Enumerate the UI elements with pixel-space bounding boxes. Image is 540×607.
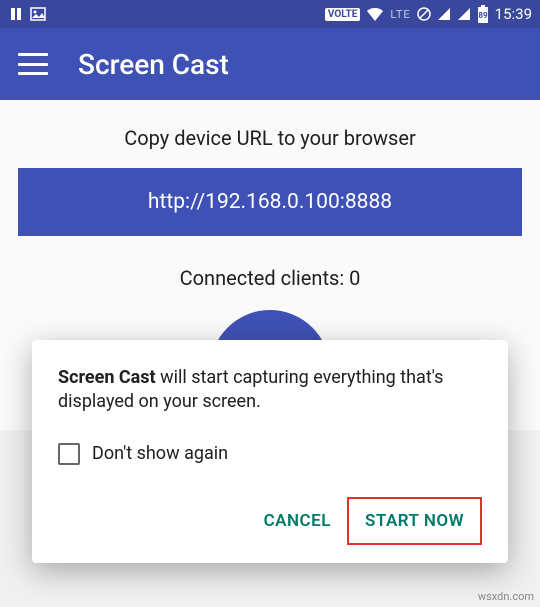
wifi-icon <box>366 7 384 21</box>
dont-show-checkbox[interactable] <box>58 443 80 465</box>
menu-icon[interactable] <box>18 53 48 75</box>
cancel-button[interactable]: CANCEL <box>248 497 347 545</box>
start-now-button[interactable]: START NOW <box>347 497 482 545</box>
dialog-message: Screen Cast will start capturing everyth… <box>58 366 482 415</box>
dialog-app-name: Screen Cast <box>58 367 156 388</box>
status-bar: VOLTE LTE 89 15:39 <box>0 0 540 28</box>
pause-icon <box>8 6 24 22</box>
battery-icon: 89 <box>477 5 489 23</box>
volte-badge: VOLTE <box>325 8 361 21</box>
app-bar: Screen Cast <box>0 28 540 100</box>
svg-text:89: 89 <box>478 11 488 20</box>
image-icon <box>30 6 46 22</box>
clients-count: Connected clients: 0 <box>18 266 522 290</box>
dialog-actions: CANCEL START NOW <box>58 497 482 545</box>
signal-icon <box>437 7 451 21</box>
dont-show-label: Don't show again <box>92 443 228 464</box>
watermark: wsxdn.com <box>478 590 534 603</box>
signal-icon-2 <box>457 7 471 21</box>
app-title: Screen Cast <box>78 48 229 81</box>
capture-dialog: Screen Cast will start capturing everyth… <box>32 340 508 563</box>
url-display: http://192.168.0.100:8888 <box>18 168 522 236</box>
dont-show-row[interactable]: Don't show again <box>58 443 482 465</box>
no-data-icon <box>417 7 431 21</box>
status-time: 15:39 <box>495 5 532 23</box>
instruction-text: Copy device URL to your browser <box>18 126 522 150</box>
lte-label: LTE <box>390 8 410 21</box>
